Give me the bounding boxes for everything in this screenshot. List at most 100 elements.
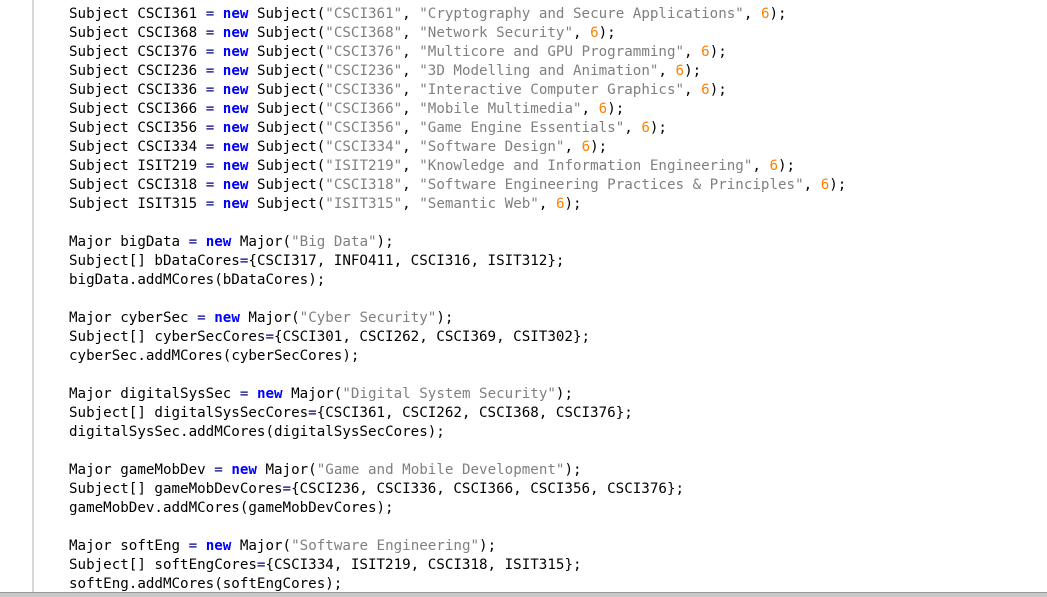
major-variable: cyberSec xyxy=(120,310,189,326)
code-line-cores-digitalSysSec: Subject[] digitalSysSecCores={CSCI361, C… xyxy=(69,405,633,421)
subject-variable: CSCI356 xyxy=(137,120,198,136)
new-keyword: new xyxy=(222,82,249,98)
subject-variable: CSCI366 xyxy=(137,101,198,117)
code-line-subject-csci366: Subject CSCI366 = new Subject("CSCI366",… xyxy=(69,101,625,117)
subject-points-number: 6 xyxy=(820,177,830,193)
subject-title-string: "Network Security" xyxy=(419,25,573,41)
subject-variable: CSCI236 xyxy=(137,63,198,79)
code-line-subject-isit219: Subject ISIT219 = new Subject("ISIT219",… xyxy=(69,158,796,174)
subject-code-string: "CSCI236" xyxy=(325,63,403,79)
new-keyword: new xyxy=(222,63,249,79)
code-line-subject-csci336: Subject CSCI336 = new Subject("CSCI336",… xyxy=(69,82,727,98)
new-keyword: new xyxy=(214,310,240,326)
subject-code-string: "CSCI361" xyxy=(325,6,403,22)
fold-margin-divider xyxy=(32,0,34,592)
subject-code-string: "CSCI334" xyxy=(325,139,403,155)
assign-operator: = xyxy=(265,329,275,345)
code-line-cores-softEng: Subject[] softEngCores={CSCI334, ISIT219… xyxy=(69,557,582,573)
new-keyword: new xyxy=(222,101,249,117)
code-line-major-cyberSec: Major cyberSec = new Major("Cyber Securi… xyxy=(69,310,454,326)
assign-operator: = xyxy=(205,6,215,22)
major-variable: gameMobDev xyxy=(69,500,155,516)
subject-points-number: 6 xyxy=(701,82,710,98)
new-keyword: new xyxy=(256,386,283,402)
major-name-string: "Big Data" xyxy=(291,234,377,250)
subject-title-string: "3D Modelling and Animation" xyxy=(419,63,659,79)
code-line-cores-gameMobDev: Subject[] gameMobDevCores={CSCI236, CSCI… xyxy=(69,481,685,497)
assign-operator: = xyxy=(205,196,215,212)
subject-variable: CSCI336 xyxy=(137,82,198,98)
subject-code-string: "CSCI356" xyxy=(325,120,403,136)
major-variable: cyberSec xyxy=(69,348,138,364)
subject-code-string: "CSCI366" xyxy=(325,101,403,117)
subject-title-string: "Knowledge and Information Engineering" xyxy=(419,158,753,174)
cores-list: CSCI361, CSCI262, CSCI368, CSCI376 xyxy=(325,405,616,421)
cores-array-variable: cyberSecCores xyxy=(231,348,343,364)
code-line-major-bigData: Major bigData = new Major("Big Data"); xyxy=(69,234,394,250)
new-keyword: new xyxy=(222,139,249,155)
subject-title-string: "Multicore and GPU Programming" xyxy=(419,44,685,60)
assign-operator: = xyxy=(205,120,215,136)
subject-title-string: "Software Engineering Practices & Princi… xyxy=(419,177,804,193)
cores-list: CSCI317, INFO411, CSCI316, ISIT312 xyxy=(256,253,548,269)
subject-code-string: "CSCI376" xyxy=(325,44,403,60)
code-line-subject-csci236: Subject CSCI236 = new Subject("CSCI236",… xyxy=(69,63,702,79)
subject-points-number: 6 xyxy=(760,6,770,22)
cores-array-variable: softEngCores xyxy=(154,557,257,573)
code-text-area[interactable]: Subject CSCI361 = new Subject("CSCI361",… xyxy=(69,5,846,592)
major-name-string: "Digital System Security" xyxy=(342,386,556,402)
major-variable: gameMobDev xyxy=(120,462,206,478)
assign-operator: = xyxy=(205,25,215,41)
subject-variable: CSCI368 xyxy=(137,25,198,41)
new-keyword: new xyxy=(222,44,249,60)
subject-variable: CSCI334 xyxy=(137,139,198,155)
cores-array-variable: bDataCores xyxy=(154,253,240,269)
new-keyword: new xyxy=(222,196,249,212)
subject-title-string: "Software Design" xyxy=(419,139,565,155)
cores-array-variable: digitalSysSecCores xyxy=(154,405,309,421)
major-name-string: "Software Engineering" xyxy=(291,538,480,554)
code-editor[interactable]: Subject CSCI361 = new Subject("CSCI361",… xyxy=(0,0,1047,592)
code-line-major-gameMobDev: Major gameMobDev = new Major("Game and M… xyxy=(69,462,582,478)
subject-title-string: "Mobile Multimedia" xyxy=(419,101,582,117)
assign-operator: = xyxy=(205,82,215,98)
new-keyword: new xyxy=(222,158,249,174)
code-line-addmcores-bigData: bigData.addMCores(bDataCores); xyxy=(69,272,326,288)
code-line-addmcores-digitalSysSec: digitalSysSec.addMCores(digitalSysSecCor… xyxy=(69,424,445,440)
code-line-cores-cyberSec: Subject[] cyberSecCores={CSCI301, CSCI26… xyxy=(69,329,591,345)
assign-operator: = xyxy=(205,44,215,60)
new-keyword: new xyxy=(222,6,249,22)
major-variable: digitalSysSec xyxy=(69,424,181,440)
subject-code-string: "ISIT315" xyxy=(325,196,403,212)
subject-points-number: 6 xyxy=(641,120,650,136)
code-line-subject-csci368: Subject CSCI368 = new Subject("CSCI368",… xyxy=(69,25,616,41)
cores-array-variable: bDataCores xyxy=(222,272,309,288)
subject-code-string: "CSCI336" xyxy=(325,82,403,98)
major-variable: digitalSysSec xyxy=(120,386,232,402)
subject-title-string: "Cryptography and Secure Applications" xyxy=(419,6,744,22)
horizontal-scrollbar[interactable] xyxy=(0,592,1047,597)
subject-title-string: "Semantic Web" xyxy=(419,196,539,212)
code-line-major-softEng: Major softEng = new Major("Software Engi… xyxy=(69,538,497,554)
subject-variable: CSCI318 xyxy=(137,177,198,193)
cores-array-variable: cyberSecCores xyxy=(154,329,266,345)
subject-points-number: 6 xyxy=(581,139,591,155)
code-line-subject-csci334: Subject CSCI334 = new Subject("CSCI334",… xyxy=(69,139,608,155)
code-line-subject-isit315: Subject ISIT315 = new Subject("ISIT315",… xyxy=(69,196,582,212)
new-keyword: new xyxy=(222,120,249,136)
subject-variable: ISIT315 xyxy=(137,196,198,212)
cores-array-variable: gameMobDevCores xyxy=(154,481,283,497)
assign-operator: = xyxy=(188,234,198,250)
subject-variable: CSCI376 xyxy=(137,44,198,60)
major-variable: bigData xyxy=(69,272,129,288)
subject-code-string: "CSCI368" xyxy=(325,25,403,41)
assign-operator: = xyxy=(197,310,206,326)
code-line-cores-bigData: Subject[] bDataCores={CSCI317, INFO411, … xyxy=(69,253,565,269)
cores-array-variable: digitalSysSecCores xyxy=(274,424,428,440)
subject-points-number: 6 xyxy=(675,63,685,79)
